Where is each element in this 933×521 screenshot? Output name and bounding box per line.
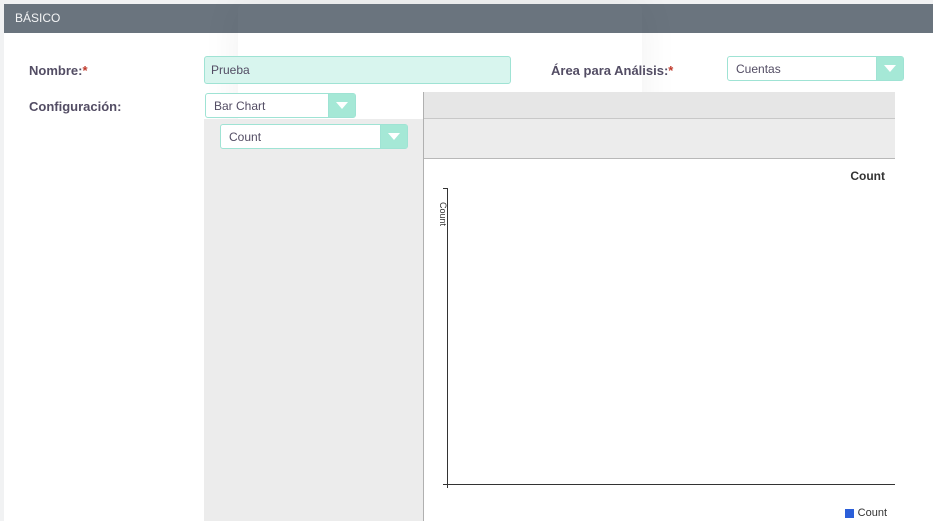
nombre-label-text: Nombre: [29, 63, 83, 78]
chart-type-select-value: Bar Chart [214, 98, 266, 113]
nombre-label: Nombre:* [29, 63, 88, 78]
config-left-pane [204, 119, 423, 521]
nombre-input-value: Prueba [211, 63, 250, 77]
chart-preview-area: Count Count Count [423, 92, 895, 521]
chart-x-axis [447, 484, 895, 485]
area-label-text: Área para Análisis: [551, 63, 669, 78]
chart-title: Count [850, 169, 885, 183]
chevron-down-icon[interactable] [380, 125, 407, 148]
config-second-bar [424, 119, 895, 159]
nombre-required-mark: * [82, 63, 88, 78]
basic-panel: BÁSICO Nombre:* Prueba Área para Análisi… [4, 4, 933, 521]
panel-title: BÁSICO [15, 11, 61, 25]
metric-select-value: Count [229, 129, 262, 144]
chart-legend: Count [844, 507, 887, 519]
area-select[interactable]: Cuentas [727, 56, 904, 81]
legend-swatch-count [844, 508, 854, 518]
chart-y-axis [447, 188, 448, 488]
legend-label-count: Count [857, 507, 887, 519]
chevron-down-icon[interactable] [876, 57, 903, 80]
area-select-value: Cuentas [736, 61, 781, 76]
config-top-bar [424, 92, 895, 119]
chevron-down-icon[interactable] [328, 94, 355, 117]
configuracion-label: Configuración: [29, 99, 121, 114]
metric-select[interactable]: Count [220, 124, 408, 149]
chart-y-tick-top [443, 188, 448, 189]
area-label: Área para Análisis:* [551, 63, 673, 78]
configuracion-label-text: Configuración: [29, 99, 122, 114]
chart-type-select[interactable]: Bar Chart [205, 93, 356, 118]
nombre-input[interactable]: Prueba [204, 56, 511, 84]
area-required-mark: * [668, 63, 674, 78]
